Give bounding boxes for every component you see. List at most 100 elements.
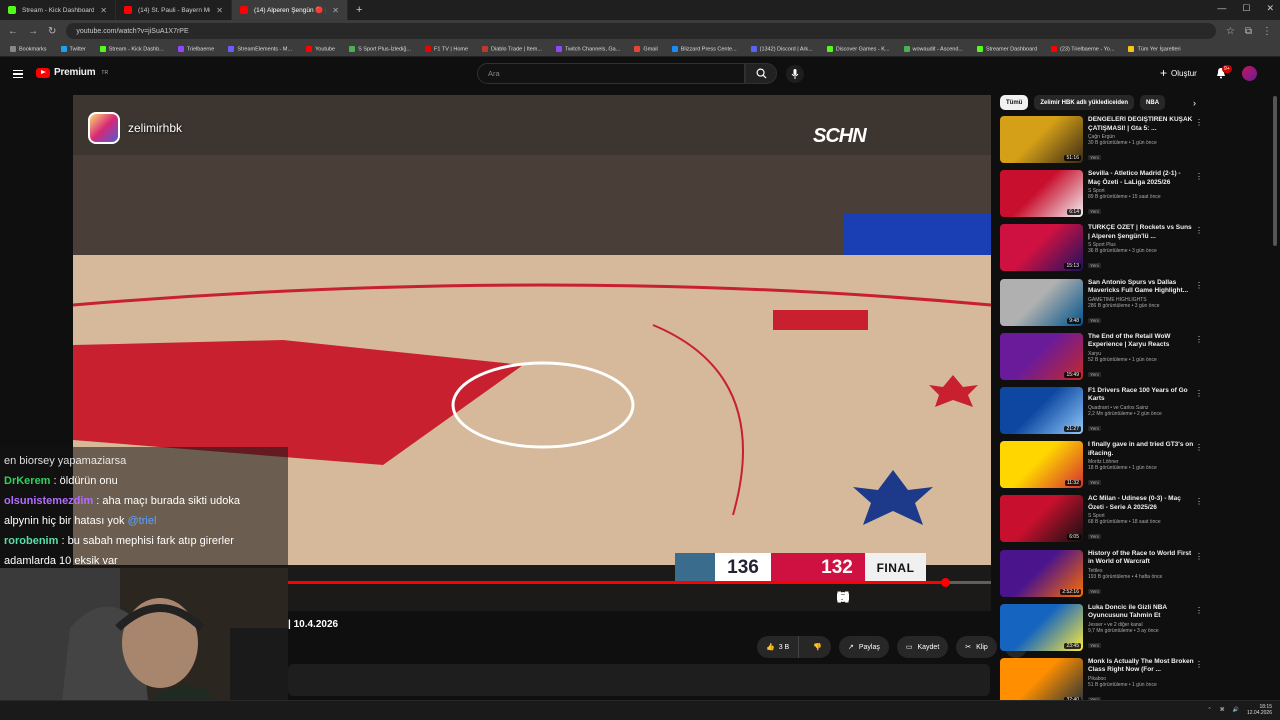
- bookmark-item[interactable]: Youtube: [306, 45, 335, 52]
- create-button[interactable]: + Oluştur: [1160, 66, 1197, 80]
- window-controls[interactable]: — ☐ ✕: [1217, 3, 1274, 14]
- video-title[interactable]: I finally gave in and tried GT3's on iRa…: [1088, 441, 1195, 458]
- share-button[interactable]: ↗ Paylaş: [838, 636, 889, 658]
- bookmark-item[interactable]: Discover Games - K...: [826, 45, 890, 52]
- save-button[interactable]: ▭ Kaydet: [896, 636, 949, 658]
- video-title[interactable]: History of the Race to World First in Wo…: [1088, 550, 1195, 567]
- settings-gear-icon[interactable]: [838, 591, 901, 603]
- browser-tab[interactable]: (14) St. Pauli - Bayern Münih | B ✕: [116, 0, 232, 20]
- video-title[interactable]: AC Milan - Udinese (0-3) - Maç Özeti - S…: [1088, 495, 1195, 512]
- more-options-icon[interactable]: ⋮: [1195, 552, 1203, 561]
- volume-icon[interactable]: 🔊: [1233, 707, 1239, 713]
- bookmark-item[interactable]: S Sport Plus-İzlediğ...: [349, 45, 411, 52]
- url-field[interactable]: youtube.com/watch?v=jiSuA1X7rPE: [66, 23, 1216, 39]
- bookmark-item[interactable]: StreamElements - M...: [228, 45, 292, 52]
- video-title[interactable]: Luka Doncic ile Gizli NBA Oyuncusunu Tah…: [1088, 604, 1195, 621]
- more-options-icon[interactable]: ⋮: [1195, 335, 1203, 344]
- bookmark-item[interactable]: Twitter: [60, 45, 86, 52]
- bookmark-item[interactable]: Gmail: [634, 45, 658, 52]
- video-thumbnail[interactable]: 2:52:16: [1000, 549, 1083, 597]
- menu-icon[interactable]: [13, 70, 23, 78]
- chevron-up-icon[interactable]: ⌃: [1208, 707, 1212, 713]
- bookmark-item[interactable]: F1 TV | Home: [424, 45, 468, 52]
- more-options-icon[interactable]: ⋮: [1195, 606, 1203, 615]
- forward-icon[interactable]: →: [28, 26, 38, 37]
- video-title[interactable]: Sevilla - Atletico Madrid (2-1) - Maç Öz…: [1088, 170, 1195, 187]
- search-input[interactable]: Ara: [477, 63, 745, 84]
- new-tab-icon[interactable]: +: [348, 4, 370, 16]
- bookmark-item[interactable]: Stream - Kick Dashb...: [99, 45, 164, 52]
- chat-username[interactable]: DrKerem: [4, 475, 50, 487]
- bookmark-item[interactable]: wowaudit - Ascend...: [903, 45, 963, 52]
- video-title[interactable]: San Antonio Spurs vs Dallas Mavericks Fu…: [1088, 279, 1195, 296]
- video-thumbnail[interactable]: 6:14: [1000, 170, 1083, 218]
- bookmark-item[interactable]: Bookmarks: [10, 45, 47, 52]
- more-options-icon[interactable]: ⋮: [1195, 497, 1203, 506]
- video-title[interactable]: DENGELERİ DEĞİŞTİREN KUŞAK ÇATIŞMASI! | …: [1088, 116, 1195, 133]
- recommended-video[interactable]: 23:45 Luka Doncic ile Gizli NBA Oyuncusun…: [1000, 603, 1270, 658]
- video-thumbnail[interactable]: 9:48: [1000, 278, 1083, 326]
- network-icon[interactable]: ⌘: [1220, 707, 1225, 713]
- star-icon[interactable]: ☆: [1226, 26, 1235, 37]
- tab-close-icon[interactable]: ✕: [332, 6, 339, 15]
- account-avatar[interactable]: [1242, 66, 1257, 81]
- tab-close-icon[interactable]: ✕: [216, 6, 223, 15]
- page-scrollbar[interactable]: [1273, 96, 1277, 246]
- recommended-video[interactable]: 2:52:16 History of the Race to World Firs…: [1000, 549, 1270, 604]
- recommended-video[interactable]: 15:49 The End of the Retail WoW Experienc…: [1000, 332, 1270, 387]
- search-button[interactable]: [745, 63, 777, 84]
- video-thumbnail[interactable]: 32:40: [1000, 657, 1083, 705]
- theater-mode-icon[interactable]: [837, 591, 953, 603]
- bookmark-item[interactable]: Diablo Trade | Item...: [482, 45, 542, 52]
- minimize-icon[interactable]: —: [1217, 3, 1226, 14]
- reload-icon[interactable]: ↻: [48, 26, 56, 37]
- back-icon[interactable]: ←: [8, 26, 18, 37]
- more-options-icon[interactable]: ⋮: [1195, 172, 1203, 181]
- video-thumbnail[interactable]: 21:27: [1000, 386, 1083, 434]
- clip-button[interactable]: ✂ Klip: [956, 636, 997, 658]
- bookmark-item[interactable]: (23) Trielbaerne - Yo...: [1051, 45, 1114, 52]
- browser-tab[interactable]: (14) Alperen Şengün 🔴 | Tem ✕: [232, 0, 348, 20]
- chat-mention[interactable]: @triel: [128, 515, 157, 527]
- video-thumbnail[interactable]: 6:05: [1000, 495, 1083, 543]
- miniplayer-icon[interactable]: [837, 591, 927, 603]
- more-options-icon[interactable]: ⋮: [1195, 660, 1203, 669]
- video-title[interactable]: F1 Drivers Race 100 Years of Go Karts: [1088, 387, 1195, 404]
- bookmark-item[interactable]: (1342) Discord | Ark...: [750, 45, 813, 52]
- more-options-icon[interactable]: ⋮: [1195, 389, 1203, 398]
- recommended-video[interactable]: 11:32 I finally gave in and tried GT3's o…: [1000, 441, 1270, 495]
- tab-close-icon[interactable]: ✕: [100, 6, 107, 15]
- video-title[interactable]: TÜRKÇE ÖZET | Rockets vs Suns | Alperen …: [1088, 224, 1195, 241]
- video-thumbnail[interactable]: 51:16: [1000, 116, 1083, 163]
- filter-chip[interactable]: NBA: [1140, 95, 1166, 110]
- chat-username[interactable]: olsunistemezdim: [4, 495, 93, 507]
- subtitles-icon[interactable]: [837, 591, 875, 603]
- recommended-video[interactable]: 9:48 San Antonio Spurs vs Dallas Maverick…: [1000, 278, 1270, 333]
- browser-tab[interactable]: Stream - Kick Dashboard ✕: [0, 0, 116, 20]
- youtube-logo[interactable]: Premium TR: [36, 67, 108, 78]
- recommended-video[interactable]: 51:16 DENGELERİ DEĞİŞTİREN KUŞAK ÇATIŞMAS…: [1000, 116, 1270, 170]
- maximize-icon[interactable]: ☐: [1242, 3, 1250, 14]
- more-options-icon[interactable]: ⋮: [1195, 443, 1203, 452]
- fullscreen-icon[interactable]: [837, 591, 979, 603]
- video-thumbnail[interactable]: 15:13: [1000, 224, 1083, 272]
- close-window-icon[interactable]: ✕: [1266, 3, 1274, 14]
- recommended-video[interactable]: 15:13 TÜRKÇE ÖZET | Rockets vs Suns | Alp…: [1000, 224, 1270, 278]
- video-thumbnail[interactable]: 11:32: [1000, 441, 1083, 489]
- recommended-video[interactable]: 6:14 Sevilla - Atletico Madrid (2-1) - Ma…: [1000, 170, 1270, 224]
- extensions-icon[interactable]: ⧉: [1245, 26, 1252, 37]
- menu-dots-icon[interactable]: ⋮: [1262, 26, 1272, 37]
- video-title[interactable]: The End of the Retail WoW Experience | X…: [1088, 333, 1195, 350]
- voice-search-button[interactable]: [786, 65, 804, 83]
- chevron-right-icon[interactable]: ›: [1193, 98, 1196, 108]
- filter-chip[interactable]: Zelimir HBK adlı yüklediceiden: [1034, 95, 1135, 110]
- chat-username[interactable]: rorobenim: [4, 535, 58, 547]
- more-options-icon[interactable]: ⋮: [1195, 118, 1203, 127]
- description-box[interactable]: [288, 664, 990, 696]
- more-options-icon[interactable]: ⋮: [1195, 281, 1203, 290]
- bookmark-item[interactable]: Tüm Yer İşaretleri: [1128, 45, 1181, 52]
- bookmark-item[interactable]: Streamer Dashboard: [976, 45, 1037, 52]
- recommended-video[interactable]: 6:05 AC Milan - Udinese (0-3) - Maç Özeti…: [1000, 495, 1270, 549]
- video-thumbnail[interactable]: 23:45: [1000, 603, 1083, 651]
- clock[interactable]: 18:15 12.04.2026: [1247, 704, 1272, 716]
